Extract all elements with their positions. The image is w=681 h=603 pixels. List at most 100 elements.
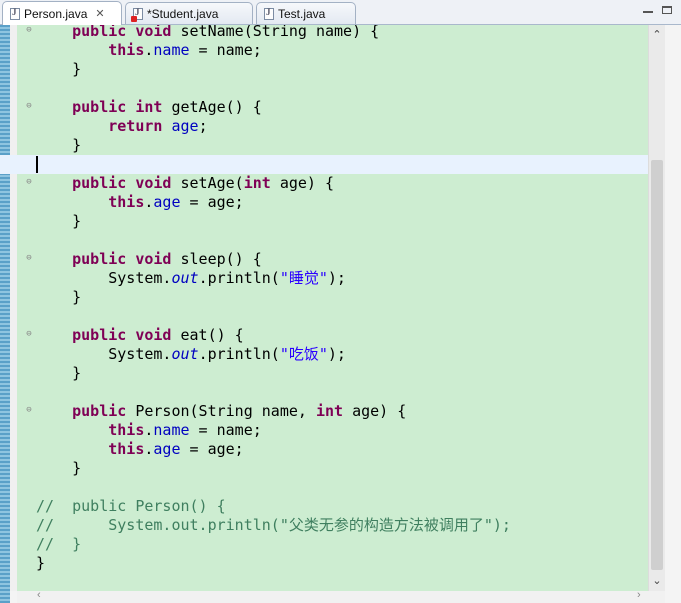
code-token: getAge() { [162,98,262,116]
code-token: sleep() { [171,250,262,268]
code-token: int [135,98,163,116]
code-line[interactable] [0,307,648,326]
code-token: age [153,440,181,458]
code-token: void [135,250,172,268]
code-text: this.name = name; [36,421,262,440]
code-text: this.age = age; [36,193,244,212]
code-line[interactable]: ⊖ public int getAge() { [0,98,648,117]
code-line[interactable]: // public Person() { [0,497,648,516]
code-text: this.name = name; [36,41,262,60]
code-area[interactable]: ⊖ public void setName(String name) { thi… [0,25,648,591]
fold-collapse-icon[interactable]: ⊖ [25,330,33,339]
code-token: "吃饭" [279,345,328,363]
code-line[interactable]: // System.out.println("父类无参的构造方法被调用了"); [0,516,648,535]
code-line[interactable]: this.name = name; [0,41,648,60]
code-token: public [72,25,127,40]
fold-collapse-icon[interactable]: ⊖ [25,102,33,111]
code-line[interactable]: ⊖ public Person(String name, int age) { [0,402,648,421]
code-text: public void setName(String name) { [36,25,379,41]
code-token: void [135,25,172,40]
code-token: out [171,269,199,287]
code-token: } [36,136,82,154]
code-token: void [135,174,172,192]
code-token: age [171,117,199,135]
tab-person-java[interactable]: Person.java ✕ [2,1,122,25]
code-token: this [108,193,145,211]
code-text: // public Person() { [36,497,226,516]
code-line[interactable]: System.out.println("吃饭"); [0,345,648,364]
code-token: name [153,41,190,59]
tab-label: Person.java [24,6,88,21]
code-token: age [153,193,181,211]
java-file-icon [264,7,274,20]
scrollbar-thumb[interactable] [651,160,663,570]
code-line[interactable]: this.age = age; [0,440,648,459]
code-token: ; [198,117,208,135]
vertical-scrollbar[interactable]: ⌃ ⌄ [648,25,665,591]
code-line[interactable]: } [0,288,648,307]
code-token: .println( [198,269,280,287]
code-line[interactable] [0,383,648,402]
code-text: } [36,288,81,307]
code-token: return [108,117,163,135]
code-text: public int getAge() { [36,98,262,117]
code-line[interactable]: } [0,364,648,383]
code-editor[interactable]: ⊖ public void setName(String name) { thi… [0,25,681,603]
code-line[interactable]: } [0,212,648,231]
code-line[interactable]: // } [0,535,648,554]
code-token: setName(String name) { [171,25,380,40]
code-text: } [36,459,81,478]
code-token: } [36,554,46,572]
code-token: public [72,402,127,420]
code-line[interactable]: } [0,60,648,79]
code-line[interactable]: return age; [0,117,648,136]
minimize-icon[interactable] [643,6,653,13]
code-line[interactable]: System.out.println("睡觉"); [0,269,648,288]
code-token: System. [36,345,172,363]
code-token: "睡觉" [279,269,328,287]
code-line[interactable] [0,79,648,98]
code-token: = age; [180,440,244,458]
code-token: ); [327,269,346,287]
scroll-down-icon[interactable]: ⌄ [649,573,665,589]
code-line[interactable]: ⊖ public void setName(String name) { [0,25,648,41]
fold-collapse-icon[interactable]: ⊖ [25,406,33,415]
code-line[interactable]: this.age = age; [0,193,648,212]
horizontal-scrollbar[interactable]: ‹ › [17,589,665,603]
maximize-icon[interactable] [662,6,672,14]
tab-test-java[interactable]: Test.java [256,2,356,24]
code-line[interactable]: ⊖ public void setAge(int age) { [0,174,648,193]
code-line[interactable]: ⊖ public void eat() { [0,326,648,345]
code-line[interactable] [0,478,648,497]
fold-collapse-icon[interactable]: ⊖ [25,254,33,263]
code-line[interactable]: } [0,136,648,155]
code-token: public [72,98,127,116]
scroll-left-icon[interactable]: ‹ [37,589,41,601]
code-token: = age; [180,193,244,211]
scroll-right-icon[interactable]: › [637,589,641,601]
fold-collapse-icon[interactable]: ⊖ [25,178,33,187]
code-text: } [36,212,81,231]
close-icon[interactable]: ✕ [95,7,104,20]
scroll-up-icon[interactable]: ⌃ [649,27,665,43]
editor-tab-bar: Person.java ✕ *Student.java Test.java [0,0,681,25]
code-token: } [36,364,82,382]
code-line[interactable]: } [0,554,648,573]
code-line[interactable]: this.name = name; [0,421,648,440]
code-token: } [36,288,82,306]
code-token: .println( [198,345,280,363]
code-token: } [36,212,82,230]
code-text: } [36,364,81,383]
code-line[interactable] [0,231,648,250]
java-file-error-icon [131,7,143,22]
code-line[interactable]: ⊖ public void sleep() { [0,250,648,269]
code-token: eat() { [171,326,244,344]
code-line[interactable]: } [0,459,648,478]
current-line[interactable] [0,155,648,174]
tab-student-java[interactable]: *Student.java [125,2,253,24]
fold-collapse-icon[interactable]: ⊖ [25,26,33,35]
